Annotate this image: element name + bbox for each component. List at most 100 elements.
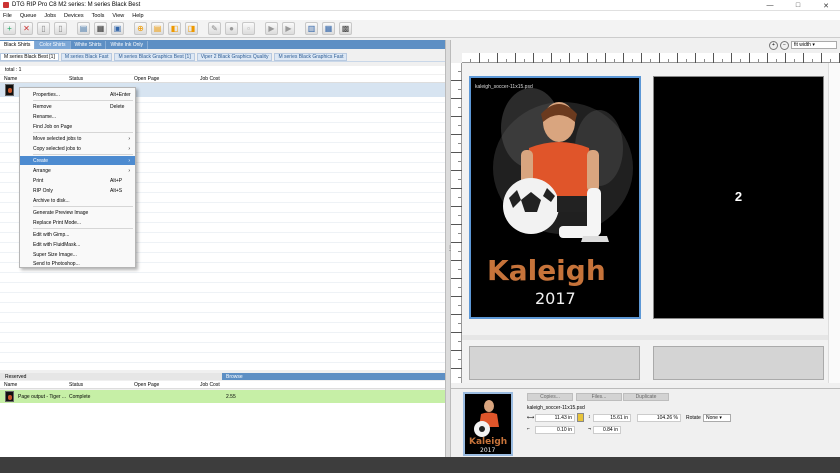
menu-item-edit-gimp[interactable]: Edit with Gimp...	[20, 230, 135, 239]
rotate-select[interactable]: None ▾	[703, 414, 731, 422]
title-bar: DTG RIP Pro C8 M2 series: M series Black…	[0, 0, 840, 11]
menu-queue[interactable]: Queue	[20, 13, 37, 19]
menu-item-super-size[interactable]: Super Size Image...	[20, 250, 135, 259]
menu-help[interactable]: Help	[132, 13, 143, 19]
tab-color-shirts[interactable]: Color Shirts	[35, 41, 71, 49]
tab-white-ink-only[interactable]: White Ink Only	[106, 41, 148, 49]
tab-white-shirts[interactable]: White Shirts	[71, 41, 107, 49]
menu-item-properties[interactable]: Properties... Alt+Enter	[20, 90, 135, 99]
page-icon[interactable]: ▯	[37, 22, 50, 35]
move-right-icon[interactable]: ◨	[185, 22, 198, 35]
printer-icon[interactable]: ▩	[339, 22, 352, 35]
browse-tab[interactable]: Browse	[222, 373, 445, 380]
menu-item-remove[interactable]: Remove Delete	[20, 102, 135, 111]
vertical-scrollbar[interactable]	[828, 63, 840, 383]
reserved-row-cost: 2.55	[226, 394, 236, 400]
tab-black-shirts[interactable]: Black Shirts	[0, 41, 36, 49]
play-icon[interactable]: ▶	[265, 22, 278, 35]
rotate-label: Rotate	[686, 415, 701, 421]
arrange-icon[interactable]: ▤	[151, 22, 164, 35]
menu-file[interactable]: File	[3, 13, 12, 19]
save-icon[interactable]: ▣	[111, 22, 124, 35]
menu-item-create[interactable]: Create ›	[20, 156, 135, 165]
reserved-label: Reserved	[5, 373, 27, 380]
copies-button[interactable]: Copies...	[527, 393, 573, 401]
open-icon[interactable]: ▤	[77, 22, 90, 35]
move-left-icon[interactable]: ◧	[168, 22, 181, 35]
forward-icon[interactable]: ▶	[282, 22, 295, 35]
height-field[interactable]: 15.61 in	[593, 414, 631, 422]
column-open-page[interactable]: Open Page	[134, 76, 159, 82]
stop-icon[interactable]: ●	[225, 22, 238, 35]
tab-profile-black-best[interactable]: M series Black Best [1]	[0, 53, 59, 61]
queue-tabs: Black Shirts Color Shirts White Shirts W…	[0, 40, 445, 49]
column-job-cost[interactable]: Job Cost	[200, 382, 220, 388]
menu-item-replace-print-mode[interactable]: Replace Print Mode...	[20, 218, 135, 227]
minimize-button[interactable]: —	[756, 0, 784, 11]
app-window: DTG RIP Pro C8 M2 series: M series Black…	[0, 0, 840, 473]
y-offset-field[interactable]: 0.84 in	[593, 426, 621, 434]
files-button[interactable]: Files...	[576, 393, 622, 401]
maximize-button[interactable]: □	[784, 0, 812, 11]
tab-profile-black-fast[interactable]: M series Black Fast	[60, 53, 113, 61]
scale-field[interactable]: 104.26 %	[637, 414, 681, 422]
x-offset-field[interactable]: 0.10 in	[535, 426, 575, 434]
job-thumbnail	[5, 391, 14, 402]
column-open-page[interactable]: Open Page	[134, 382, 159, 388]
menu-jobs[interactable]: Jobs	[44, 13, 56, 19]
menu-item-arrange[interactable]: Arrange ›	[20, 166, 135, 175]
width-field[interactable]: 11.43 in	[535, 414, 575, 422]
column-status[interactable]: Status	[69, 76, 83, 82]
tab-profile-viper2[interactable]: Viper 2 Black Graphics Quality	[196, 53, 273, 61]
reserved-list-header: Name Status Open Page Job Cost	[0, 381, 445, 389]
add-job-icon[interactable]: +	[3, 22, 16, 35]
layout-icon[interactable]: ▦	[322, 22, 335, 35]
shortcut-label: Delete	[110, 103, 125, 110]
status-bar	[0, 457, 840, 473]
preview-page-1[interactable]: kaleigh_soccer-11x15.psd Kaleigh 2017	[469, 76, 641, 319]
menu-item-print[interactable]: Print Alt+P	[20, 176, 135, 185]
pages-icon[interactable]: ▯	[54, 22, 67, 35]
menu-view[interactable]: View	[112, 13, 124, 19]
menu-item-send-photoshop[interactable]: Send to Photoshop...	[20, 259, 135, 268]
submenu-arrow-icon: ›	[128, 157, 130, 164]
tool-icon[interactable]: ✎	[208, 22, 221, 35]
add-page-icon[interactable]: ⊕	[134, 22, 147, 35]
menu-devices[interactable]: Devices	[64, 13, 84, 19]
tab-profile-graphics-best[interactable]: M series Black Graphics Best [1]	[114, 53, 195, 61]
print-icon[interactable]: ▦	[94, 22, 107, 35]
preview-page-3[interactable]	[469, 346, 640, 380]
column-name[interactable]: Name	[4, 76, 17, 82]
reserved-row[interactable]: Page output - Tiger ... Complete 2.55	[0, 390, 445, 403]
column-status[interactable]: Status	[69, 382, 83, 388]
close-button[interactable]: ✕	[812, 0, 840, 11]
menu-tools[interactable]: Tools	[92, 13, 105, 19]
menu-item-rip-only[interactable]: RIP Only Alt+S	[20, 186, 135, 195]
menu-item-find-job[interactable]: Find Job on Page	[20, 122, 135, 131]
menu-item-rename[interactable]: Rename...	[20, 112, 135, 121]
menu-item-copy[interactable]: Copy selected jobs to ›	[20, 144, 135, 153]
blank-icon[interactable]: ▫	[242, 22, 255, 35]
zoom-out-icon[interactable]: −	[780, 41, 789, 50]
menu-item-archive[interactable]: Archive to disk...	[20, 196, 135, 205]
menu-item-label: Create	[33, 157, 49, 164]
reserved-list[interactable]	[0, 403, 445, 457]
photo-caption-name: Kaleigh	[487, 254, 606, 287]
tab-profile-graphics-fast[interactable]: M series Black Graphics Fast	[274, 53, 348, 61]
reserved-row-name: Page output - Tiger ...	[18, 394, 67, 400]
zoom-select[interactable]: fit width ▾	[791, 41, 837, 49]
total-count: total : 1	[0, 66, 445, 74]
preview-page-4[interactable]	[653, 346, 824, 380]
queue-icon[interactable]: ▥	[305, 22, 318, 35]
lock-icon[interactable]	[577, 413, 584, 422]
zoom-in-icon[interactable]: +	[769, 41, 778, 50]
menu-item-edit-fluidmask[interactable]: Edit with FluidMask...	[20, 240, 135, 249]
menu-item-generate-preview[interactable]: Generate Preview Image	[20, 208, 135, 217]
reserved-bar: Reserved Browse	[0, 373, 445, 380]
duplicate-button[interactable]: Duplicate	[623, 393, 669, 401]
delete-job-icon[interactable]: ✕	[20, 22, 33, 35]
menu-item-move[interactable]: Move selected jobs to ›	[20, 134, 135, 143]
column-name[interactable]: Name	[4, 382, 17, 388]
column-job-cost[interactable]: Job Cost	[200, 76, 220, 82]
preview-page-2[interactable]: 2	[653, 76, 824, 319]
